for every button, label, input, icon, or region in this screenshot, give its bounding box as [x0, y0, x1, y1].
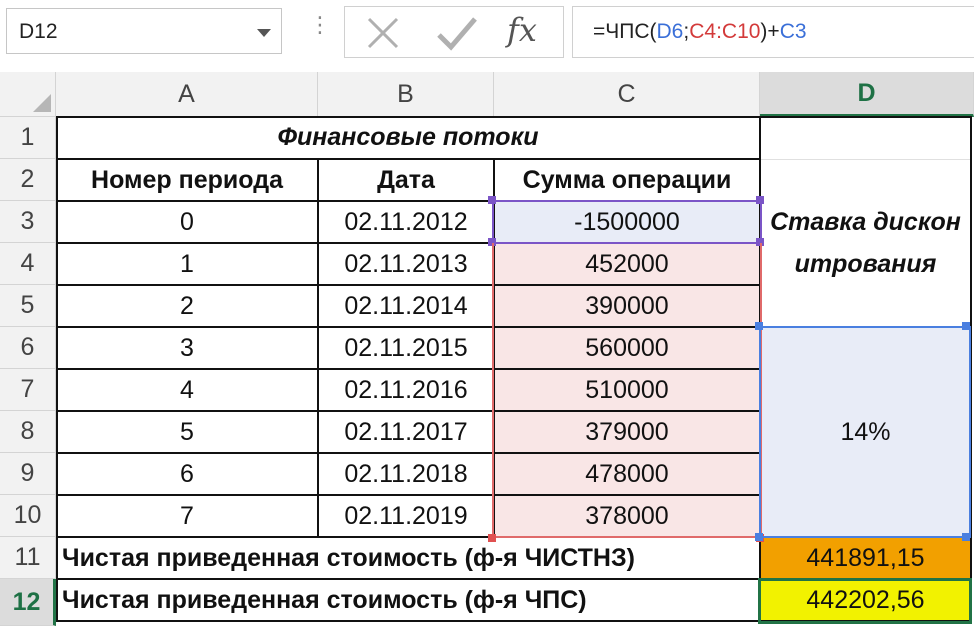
cell-date[interactable]: 02.11.2013	[319, 244, 493, 284]
row-header-11[interactable]: 11	[0, 537, 56, 579]
npv-value[interactable]: 442202,56	[761, 580, 970, 620]
cell-date[interactable]: 02.11.2014	[319, 286, 493, 326]
cell-date[interactable]: 02.11.2012	[319, 202, 493, 242]
border	[970, 116, 972, 622]
select-all-corner[interactable]	[0, 72, 56, 117]
formula-bar: D12 ⋮ fx =ЧПС(D6;C4:C10)+C3	[0, 0, 974, 72]
column-header-d[interactable]: D	[760, 72, 974, 117]
cell-period[interactable]: 2	[58, 286, 316, 326]
range-handle[interactable]	[488, 238, 496, 246]
row-header-9[interactable]: 9	[0, 453, 56, 495]
cell-date[interactable]: 02.11.2015	[319, 328, 493, 368]
rate-value[interactable]: 14%	[761, 328, 970, 536]
formula-buttons: fx	[344, 6, 564, 58]
name-box-value: D12	[19, 20, 58, 43]
range-handle[interactable]	[962, 533, 970, 541]
range-handle[interactable]	[756, 196, 764, 204]
xnpv-value[interactable]: 441891,15	[761, 538, 970, 578]
rate-label-text: Ставка дисконитрования	[770, 208, 961, 278]
table-title[interactable]: Финансовые потоки	[58, 117, 758, 158]
row-header-7[interactable]: 7	[0, 369, 56, 411]
cell-date[interactable]: 02.11.2017	[319, 412, 493, 452]
cell-amount[interactable]: -1500000	[495, 202, 759, 242]
header-date[interactable]: Дата	[319, 160, 493, 200]
header-period[interactable]: Номер периода	[58, 160, 316, 200]
range-handle[interactable]	[488, 534, 496, 542]
cancel-icon[interactable]	[363, 13, 403, 53]
column-header-a[interactable]: A	[56, 72, 318, 117]
select-all-triangle-icon	[33, 94, 51, 112]
range-handle[interactable]	[756, 238, 764, 246]
column-header-b[interactable]: B	[318, 72, 494, 117]
formula-input[interactable]: =ЧПС(D6;C4:C10)+C3	[572, 6, 974, 58]
row-header-5[interactable]: 5	[0, 285, 56, 327]
border	[56, 620, 972, 622]
npv-label[interactable]: Чистая приведенная стоимость (ф-я ЧПС)	[58, 580, 758, 620]
name-box[interactable]: D12	[6, 8, 282, 54]
row-header-2[interactable]: 2	[0, 159, 56, 201]
row-header-1[interactable]: 1	[0, 117, 56, 159]
row-header-8[interactable]: 8	[0, 411, 56, 453]
formula-part: )+	[760, 20, 780, 43]
cell-period[interactable]: 7	[58, 496, 316, 536]
cell-period[interactable]: 4	[58, 370, 316, 410]
cell-amount[interactable]: 478000	[495, 454, 759, 494]
xnpv-label[interactable]: Чистая приведенная стоимость (ф-я ЧИСТНЗ…	[58, 538, 758, 578]
header-amount[interactable]: Сумма операции	[495, 160, 759, 200]
range-handle[interactable]	[488, 196, 496, 204]
formula-part: D6	[656, 20, 684, 43]
insert-function-icon[interactable]: fx	[507, 11, 537, 49]
row-header-4[interactable]: 4	[0, 243, 56, 285]
cell-date[interactable]: 02.11.2019	[319, 496, 493, 536]
check-icon[interactable]	[435, 13, 479, 53]
cell-amount[interactable]: 379000	[495, 412, 759, 452]
formula-part: =ЧПС(	[593, 20, 657, 43]
row-header-12[interactable]: 12	[0, 579, 56, 626]
range-handle[interactable]	[755, 533, 763, 541]
range-handle[interactable]	[962, 322, 970, 330]
row-header-6[interactable]: 6	[0, 327, 56, 369]
cell-amount[interactable]: 452000	[495, 244, 759, 284]
more-options-icon[interactable]: ⋮	[309, 14, 331, 36]
formula-text: =ЧПС(D6;C4:C10)+C3	[593, 20, 807, 44]
column-header-c[interactable]: C	[494, 72, 760, 117]
rate-label[interactable]: Ставка дисконитрования	[761, 160, 970, 326]
cell-period[interactable]: 3	[58, 328, 316, 368]
cell-period[interactable]: 5	[58, 412, 316, 452]
range-handle[interactable]	[755, 322, 763, 330]
chevron-down-icon[interactable]	[257, 29, 271, 37]
cell-period[interactable]: 1	[58, 244, 316, 284]
row-header-3[interactable]: 3	[0, 201, 56, 243]
cell-period[interactable]: 6	[58, 454, 316, 494]
cell-amount[interactable]: 510000	[495, 370, 759, 410]
cell-amount[interactable]: 378000	[495, 496, 759, 536]
cell-date[interactable]: 02.11.2016	[319, 370, 493, 410]
formula-part: C3	[779, 20, 807, 43]
cell-amount[interactable]: 560000	[495, 328, 759, 368]
row-header-10[interactable]: 10	[0, 495, 56, 537]
cell-period[interactable]: 0	[58, 202, 316, 242]
cell-amount[interactable]: 390000	[495, 286, 759, 326]
cell-date[interactable]: 02.11.2018	[319, 454, 493, 494]
formula-part: C4:C10	[689, 20, 761, 43]
